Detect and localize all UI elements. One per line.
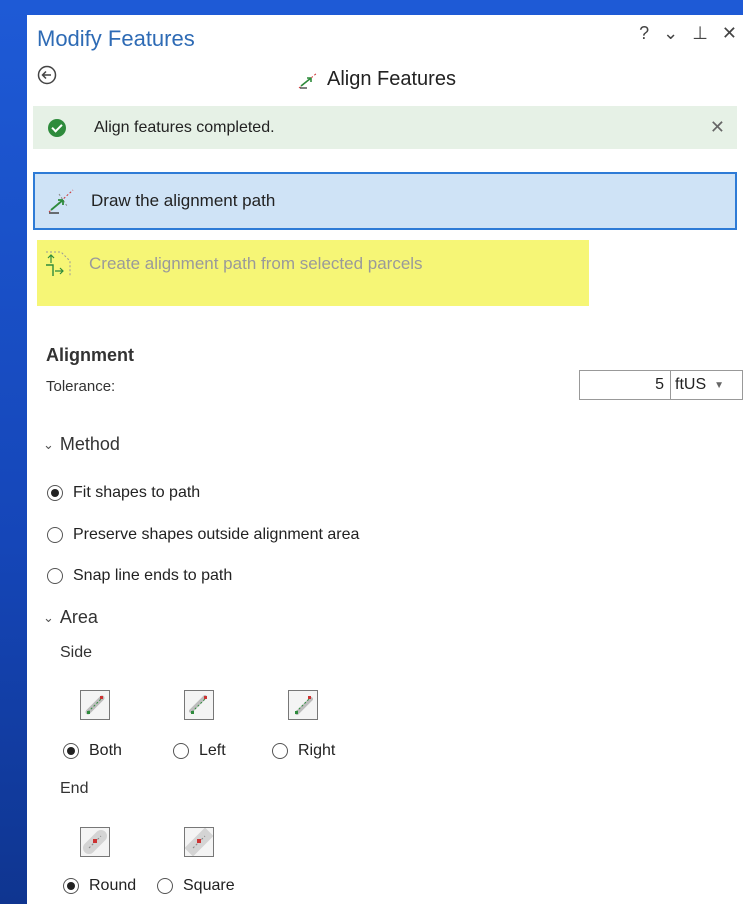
end-option-round[interactable]: Round	[63, 877, 136, 895]
radio-button[interactable]	[47, 568, 63, 584]
draw-path-icon	[48, 189, 74, 214]
method-header: Method	[59, 434, 120, 454]
pane-controls: ? ⌄ ⊥ ✕	[639, 23, 737, 44]
method-section-toggle[interactable]: ⌄ Method	[43, 434, 120, 455]
end-option-square[interactable]: Square	[157, 877, 235, 895]
chevron-down-icon: ⌄	[43, 436, 54, 452]
side-option-right[interactable]: Right	[272, 742, 335, 760]
modify-features-pane: Modify Features ? ⌄ ⊥ ✕ Align Features A…	[27, 15, 743, 904]
back-arrow-icon[interactable]	[37, 65, 57, 85]
tolerance-unit-value: ftUS	[675, 376, 707, 393]
help-icon[interactable]: ?	[639, 23, 649, 44]
check-circle-icon	[48, 118, 66, 137]
tolerance-unit-dropdown[interactable]: ftUS ▼	[671, 370, 743, 400]
method-option-label: Preserve shapes outside alignment area	[73, 526, 360, 543]
radio-button[interactable]	[63, 878, 79, 894]
end-square-icon[interactable]	[184, 827, 214, 857]
radio-button[interactable]	[272, 743, 288, 759]
radio-button[interactable]	[47, 527, 63, 543]
tolerance-input[interactable]: 5	[579, 370, 671, 400]
alignment-section-title: Alignment	[46, 345, 134, 365]
side-option-left[interactable]: Left	[173, 742, 226, 760]
side-right-icon[interactable]	[288, 690, 318, 720]
radio-button[interactable]	[173, 743, 189, 759]
method-option-label: Fit shapes to path	[73, 484, 201, 501]
chevron-down-icon[interactable]: ⌄	[663, 23, 678, 44]
radio-button[interactable]	[47, 485, 63, 501]
draw-alignment-path-button[interactable]: Draw the alignment path	[33, 172, 737, 230]
side-left-icon[interactable]	[184, 690, 214, 720]
end-option-label: Square	[183, 877, 235, 894]
side-both-icon[interactable]	[80, 690, 110, 720]
end-option-label: Round	[89, 877, 137, 894]
notification-text: Align features completed.	[94, 118, 275, 136]
method-option-fit[interactable]: Fit shapes to path	[47, 484, 200, 502]
chevron-down-icon: ⌄	[43, 609, 54, 625]
success-notification: Align features completed. ✕	[33, 106, 737, 149]
parcel-path-icon	[46, 251, 71, 276]
area-section-toggle[interactable]: ⌄ Area	[43, 607, 98, 628]
close-icon[interactable]: ✕	[722, 23, 737, 44]
side-option-label: Left	[199, 742, 226, 759]
dropdown-caret-icon: ▼	[714, 379, 725, 391]
radio-button[interactable]	[63, 743, 79, 759]
dismiss-notification-icon[interactable]: ✕	[710, 117, 725, 138]
radio-button[interactable]	[157, 878, 173, 894]
method-option-preserve[interactable]: Preserve shapes outside alignment area	[47, 526, 359, 544]
side-option-label: Both	[89, 742, 122, 759]
tool-title-text: Align Features	[327, 68, 456, 90]
align-features-icon	[298, 72, 318, 89]
side-option-both[interactable]: Both	[63, 742, 122, 760]
create-alignment-path-button[interactable]: Create alignment path from selected parc…	[43, 249, 423, 279]
draw-path-label: Draw the alignment path	[91, 191, 276, 210]
method-option-snap[interactable]: Snap line ends to path	[47, 567, 232, 585]
side-label: Side	[60, 644, 93, 661]
area-header: Area	[59, 607, 98, 627]
method-option-label: Snap line ends to path	[73, 567, 233, 584]
create-path-label: Create alignment path from selected parc…	[89, 254, 423, 273]
pin-icon[interactable]: ⊥	[692, 23, 708, 44]
end-round-icon[interactable]	[80, 827, 110, 857]
tolerance-label: Tolerance:	[46, 378, 116, 395]
pane-title: Modify Features	[37, 26, 195, 51]
side-option-label: Right	[298, 742, 336, 759]
tool-title: Align Features	[297, 68, 456, 91]
end-label: End	[60, 780, 89, 797]
